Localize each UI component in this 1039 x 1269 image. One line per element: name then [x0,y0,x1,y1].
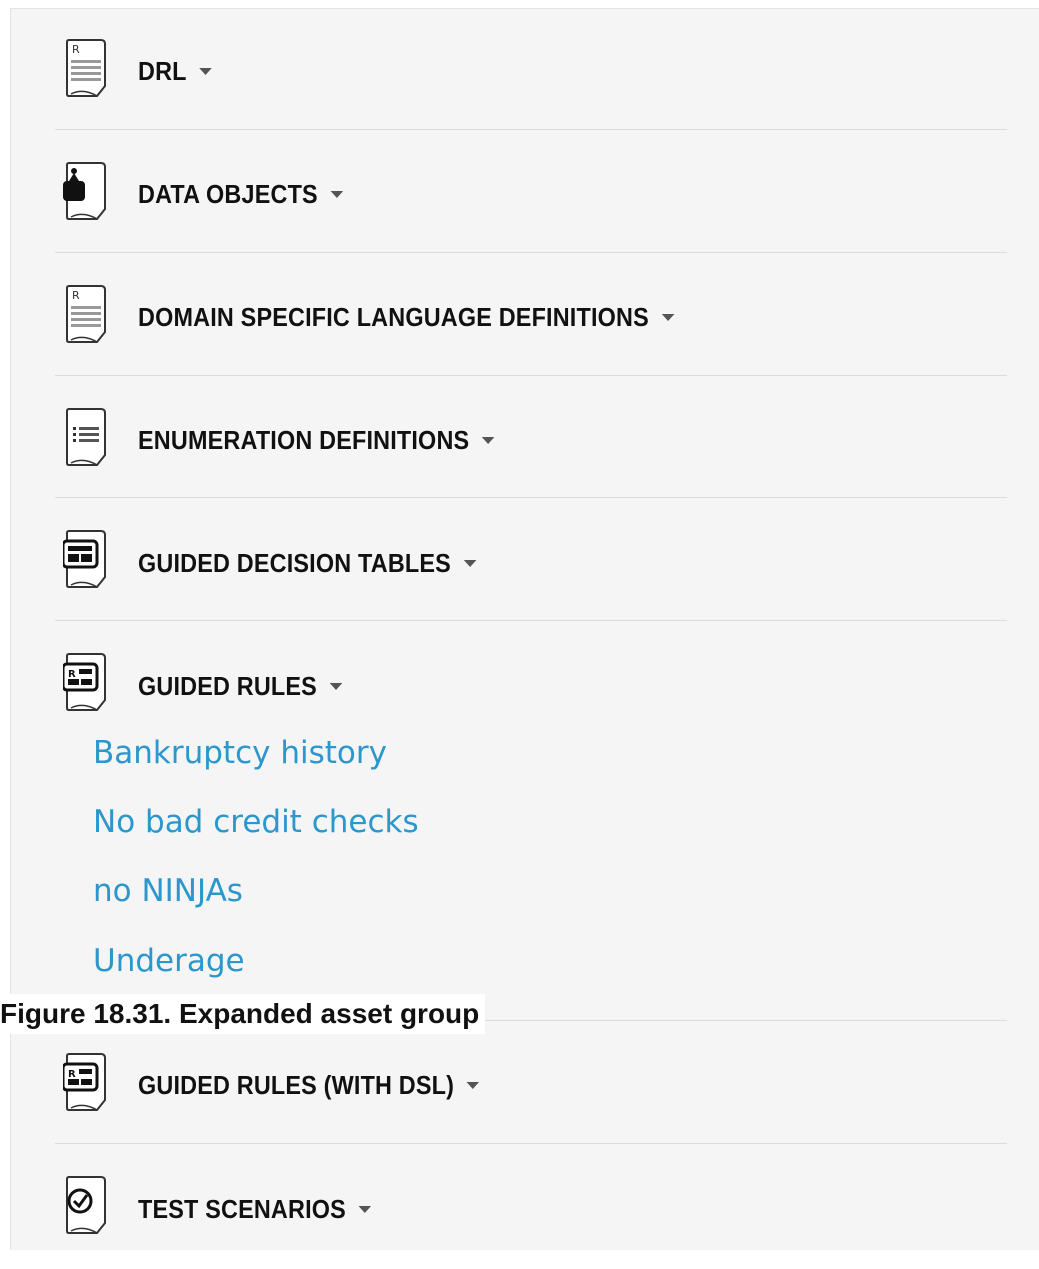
divider [55,129,1007,130]
guided-rule-dsl-icon: R [63,1052,117,1114]
asset-group-title[interactable]: DATA OBJECTS [138,176,344,212]
asset-group-label: ENUMERATION DEFINITIONS [138,425,470,455]
asset-group-label: DRL [138,56,187,86]
divider [55,620,1007,621]
chevron-down-icon[interactable] [329,682,343,690]
asset-group-decision-tables[interactable]: GUIDED DECISION TABLES [11,499,1039,623]
test-scenario-icon [63,1175,117,1237]
asset-item-no-ninjas[interactable]: no NINJAs [93,871,243,911]
asset-group-test-scenarios[interactable]: TEST SCENARIOS [11,1145,1039,1269]
asset-group-title[interactable]: GUIDED RULES [138,668,343,704]
asset-group-guided-rules[interactable]: R GUIDED RULES [11,622,1039,746]
svg-text:R: R [72,43,80,56]
asset-group-enumerations[interactable]: ENUMERATION DEFINITIONS [11,377,1039,501]
chevron-down-icon[interactable] [466,1081,480,1089]
chevron-down-icon[interactable] [358,1205,372,1213]
asset-item-underage[interactable]: Underage [93,941,245,981]
chevron-down-icon[interactable] [199,67,212,75]
asset-group-label: GUIDED RULES [138,671,317,701]
chevron-down-icon[interactable] [463,559,477,567]
asset-group-dsl[interactable]: R DOMAIN SPECIFIC LANGUAGE DEFINITIONS [11,254,1039,378]
guided-rule-icon: R [63,652,117,714]
svg-text:R: R [72,289,80,302]
asset-group-label: GUIDED RULES (WITH DSL) [138,1070,455,1100]
asset-group-title[interactable]: DOMAIN SPECIFIC LANGUAGE DEFINITIONS [138,299,675,335]
divider [55,497,1007,498]
asset-group-title[interactable]: GUIDED DECISION TABLES [138,545,477,581]
divider [55,1143,1007,1144]
asset-item-bankruptcy-history[interactable]: Bankruptcy history [93,733,387,773]
chevron-down-icon[interactable] [330,190,344,198]
dsl-icon: R [63,284,117,346]
decision-table-icon [63,529,117,591]
chevron-down-icon[interactable] [661,313,675,321]
asset-group-data-objects[interactable]: DATA OBJECTS [11,131,1039,255]
enumeration-icon [63,407,117,469]
asset-group-title[interactable]: DRL [138,53,212,89]
asset-group-title[interactable]: GUIDED RULES (WITH DSL) [138,1067,480,1103]
svg-text:R: R [68,669,76,680]
asset-group-label: DOMAIN SPECIFIC LANGUAGE DEFINITIONS [138,302,649,332]
figure-caption: Figure 18.31. Expanded asset group [0,994,486,1034]
asset-group-title[interactable]: TEST SCENARIOS [138,1191,372,1227]
divider [55,375,1007,376]
chevron-down-icon[interactable] [481,436,495,444]
asset-group-label: GUIDED DECISION TABLES [138,548,451,578]
drl-icon: R [63,38,117,100]
asset-item-no-bad-credit-checks[interactable]: No bad credit checks [93,802,419,842]
asset-group-title[interactable]: ENUMERATION DEFINITIONS [138,422,495,458]
data-object-icon [63,161,117,223]
divider [55,252,1007,253]
asset-group-label: DATA OBJECTS [138,179,318,209]
asset-group-panel: R DRL DATA OBJECTS R DOMAIN SPECIFIC LAN… [10,8,1039,1250]
asset-group-guided-rules-dsl[interactable]: R GUIDED RULES (WITH DSL) [11,1022,1039,1146]
svg-text:R: R [68,1069,76,1080]
asset-group-drl[interactable]: R DRL [11,9,1039,133]
asset-group-label: TEST SCENARIOS [138,1194,346,1224]
